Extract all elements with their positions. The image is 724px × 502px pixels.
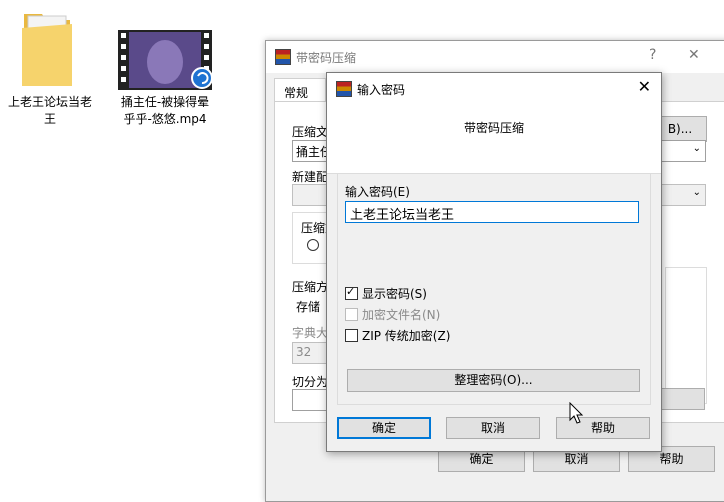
dialog-header-text: 带密码压缩 [463, 121, 524, 135]
dialog-header: 带密码压缩 [327, 103, 661, 174]
back-ok-label: 确定 [469, 452, 494, 466]
help-icon[interactable]: ? [649, 47, 656, 63]
checkbox-unchecked[interactable] [345, 329, 358, 342]
tab-general-label: 常规 [284, 86, 309, 100]
password-label: 输入密码(E) [345, 185, 410, 199]
folder-label: 上老王论坛当老 王 [0, 94, 100, 128]
folder-label-line1: 上老王论坛当老 [7, 95, 92, 109]
winrar-icon [336, 81, 352, 97]
video-label-line2: 乎乎-悠悠.mp4 [123, 112, 207, 126]
chevron-down-icon: ⌄ [692, 143, 701, 154]
show-password-label: 显示密码(S) [362, 287, 427, 301]
zip-legacy-label: ZIP 传统加密(Z) [362, 329, 451, 343]
close-icon[interactable]: ✕ [638, 77, 651, 96]
back-cancel-label: 取消 [564, 452, 589, 466]
front-title-bar: 输入密码 ✕ [327, 73, 661, 103]
options-area [665, 267, 707, 404]
ok-label: 确定 [371, 421, 396, 435]
close-icon[interactable]: ✕ [688, 47, 700, 63]
chevron-down-icon: ⌄ [692, 187, 701, 198]
desktop-video-file[interactable]: 捅主任-被操得晕 乎乎-悠悠.mp4 [110, 0, 220, 130]
checkbox-disabled[interactable] [345, 308, 358, 321]
archive-name-label: 压缩文 [292, 125, 329, 139]
video-label-line1: 捅主任-被操得晕 [120, 95, 210, 109]
show-password-checkbox[interactable]: 显示密码(S) [345, 285, 427, 302]
mouse-cursor-icon [569, 402, 584, 424]
encrypt-filenames-label: 加密文件名(N) [362, 308, 441, 322]
back-title-bar: 带密码压缩 ? ✕ [266, 41, 724, 73]
password-input[interactable]: 上老王论坛当老王 ⌄ [345, 201, 639, 223]
dict-value: 32 [296, 345, 312, 359]
browse-label: B)... [667, 122, 693, 136]
encrypt-filenames-checkbox[interactable]: 加密文件名(N) [345, 306, 440, 323]
organize-passwords-button[interactable]: 整理密码(O)... [347, 369, 640, 392]
ok-button[interactable]: 确定 [337, 417, 431, 439]
back-dialog-title: 带密码压缩 [296, 51, 357, 65]
enter-password-dialog: 输入密码 ✕ 带密码压缩 输入密码(E) 上老王论坛当老王 ⌄ 显示密码(S) … [326, 72, 662, 452]
split-label: 切分为 [292, 375, 329, 389]
format-radio[interactable] [307, 239, 319, 251]
video-file-label: 捅主任-被操得晕 乎乎-悠悠.mp4 [110, 94, 220, 128]
tab-general[interactable]: 常规 [274, 78, 326, 103]
zip-legacy-checkbox[interactable]: ZIP 传统加密(Z) [345, 327, 450, 344]
method-value: 存储 [296, 300, 321, 314]
profile-label: 新建配 [292, 170, 329, 184]
winrar-icon [275, 49, 291, 65]
desktop-folder[interactable]: 上老王论坛当老 王 [0, 0, 100, 130]
back-help-label: 帮助 [659, 452, 684, 466]
checkbox-checked[interactable] [345, 285, 358, 300]
cancel-button[interactable]: 取消 [446, 417, 540, 439]
method-label: 压缩方 [292, 280, 329, 294]
video-file-icon [118, 30, 212, 90]
folder-label-line2: 王 [43, 112, 56, 126]
organize-label: 整理密码(O)... [454, 373, 533, 387]
help-label: 帮助 [590, 421, 615, 435]
folder-icon [22, 14, 72, 86]
dict-label: 字典大 [292, 326, 329, 340]
chevron-down-icon[interactable]: ⌄ [350, 203, 634, 216]
password-dialog-title: 输入密码 [357, 83, 406, 97]
cancel-label: 取消 [480, 421, 505, 435]
